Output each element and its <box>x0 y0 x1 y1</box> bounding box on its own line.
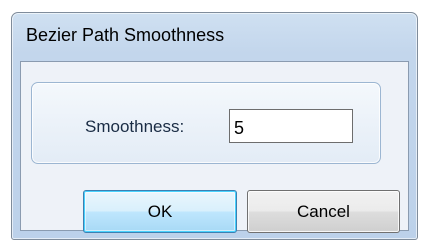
ok-button[interactable]: OK <box>83 190 237 233</box>
title-bar[interactable]: Bezier Path Smoothness <box>12 13 417 61</box>
cancel-button[interactable]: Cancel <box>247 190 400 233</box>
smoothness-label: Smoothness: <box>85 117 185 136</box>
window-title: Bezier Path Smoothness <box>26 25 225 45</box>
smoothness-input[interactable] <box>229 109 353 143</box>
